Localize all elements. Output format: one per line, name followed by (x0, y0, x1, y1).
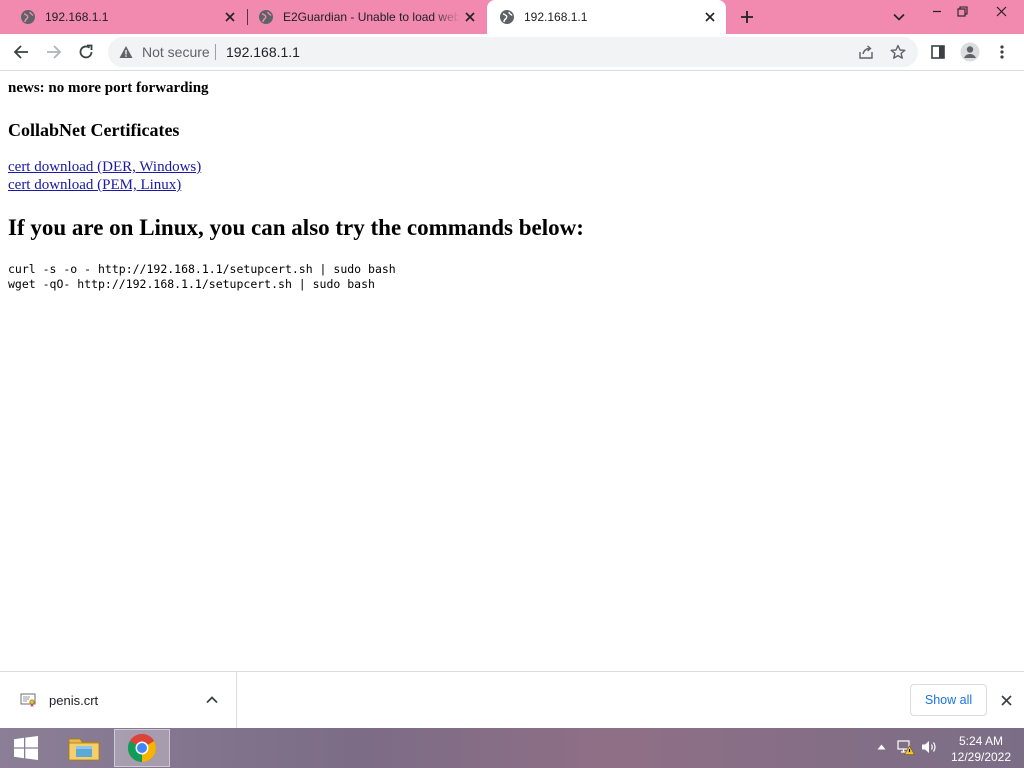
linux-heading: If you are on Linux, you can also try th… (8, 215, 584, 240)
start-button[interactable] (0, 728, 52, 768)
file-explorer-taskbar-button[interactable] (56, 729, 112, 767)
folder-icon (68, 738, 100, 761)
clock-time: 5:24 AM (958, 734, 1004, 748)
new-tab-button[interactable] (737, 7, 757, 27)
tab-1[interactable]: 192.168.1.1 (0, 0, 246, 34)
certificate-file-icon (20, 693, 36, 707)
close-icon[interactable] (460, 7, 480, 27)
taskbar: 5:24 AM 12/29/2022 (0, 728, 1024, 768)
tab-3-active[interactable]: 192.168.1.1 (487, 0, 726, 34)
tab-2[interactable]: E2Guardian - Unable to load web page (248, 0, 486, 34)
system-clock[interactable]: 5:24 AM 12/29/2022 (944, 733, 1018, 765)
bookmark-star-icon[interactable] (890, 44, 906, 60)
globe-icon (500, 10, 514, 24)
restore-button[interactable] (947, 0, 977, 22)
profile-avatar-icon[interactable] (958, 40, 982, 64)
certificates-heading: CollabNet Certificates (8, 120, 180, 140)
toolbar: Not secure 192.168.1.1 (0, 34, 1024, 70)
side-panel-icon[interactable] (926, 40, 950, 64)
tab-title: E2Guardian - Unable to load web page (283, 10, 460, 24)
cert-download-pem-link[interactable]: cert download (PEM, Linux) (8, 177, 181, 194)
forward-button[interactable] (42, 40, 66, 64)
show-hidden-icons-icon[interactable] (872, 738, 890, 756)
security-label[interactable]: Not secure (142, 44, 210, 60)
globe-icon (259, 10, 273, 24)
close-icon[interactable] (220, 7, 240, 27)
wget-command: wget -qO- http://192.168.1.1/setupcert.s… (8, 277, 375, 291)
tab-title: 192.168.1.1 (524, 10, 588, 24)
window-close-button[interactable] (986, 0, 1016, 22)
chevron-up-icon[interactable] (204, 692, 220, 708)
show-all-button[interactable]: Show all (910, 684, 987, 716)
reload-button[interactable] (74, 40, 98, 64)
chrome-icon (128, 734, 156, 762)
tab-search-chevron-down-icon[interactable] (884, 6, 914, 28)
network-warning-icon[interactable] (897, 738, 915, 756)
tab-title: 192.168.1.1 (45, 10, 109, 24)
clock-date: 12/29/2022 (950, 750, 1012, 764)
globe-icon (21, 10, 35, 24)
curl-command: curl -s -o - http://192.168.1.1/setupcer… (8, 262, 396, 276)
volume-icon[interactable] (921, 738, 939, 756)
url-text[interactable]: 192.168.1.1 (226, 44, 300, 60)
warning-icon[interactable] (119, 45, 133, 59)
page-content: news: no more port forwarding CollabNet … (0, 71, 1024, 671)
menu-kebab-icon[interactable] (990, 40, 1014, 64)
tab-strip: 192.168.1.1 E2Guardian - Unable to load … (0, 0, 1024, 34)
share-icon[interactable] (858, 44, 874, 60)
omnibox-divider (215, 44, 216, 60)
windows-logo-icon (14, 736, 38, 760)
address-bar[interactable]: Not secure 192.168.1.1 (108, 37, 918, 67)
cert-download-der-link[interactable]: cert download (DER, Windows) (8, 159, 201, 176)
close-icon[interactable] (997, 691, 1015, 709)
download-item[interactable]: penis.crt (0, 672, 237, 728)
back-button[interactable] (9, 40, 33, 64)
close-icon[interactable] (700, 7, 720, 27)
download-file-name: penis.crt (49, 693, 99, 708)
news-text: news: no more port forwarding (8, 80, 209, 96)
download-shelf: penis.crt Show all (0, 671, 1024, 728)
chrome-taskbar-button[interactable] (114, 729, 170, 767)
